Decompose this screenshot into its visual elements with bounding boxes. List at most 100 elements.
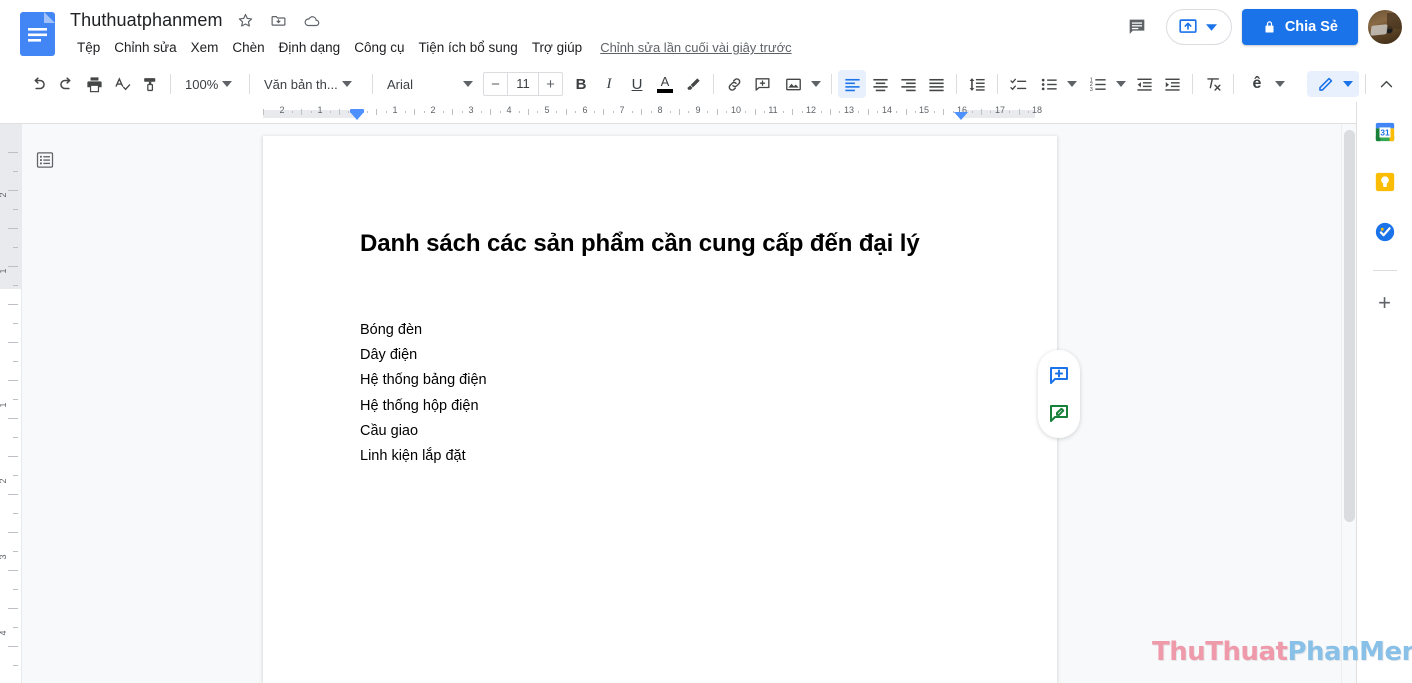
clear-formatting-icon[interactable] [1199, 70, 1227, 98]
highlight-icon[interactable] [679, 70, 707, 98]
print-icon[interactable] [80, 70, 108, 98]
increase-indent-icon[interactable] [1158, 70, 1186, 98]
checklist-icon[interactable] [1004, 70, 1032, 98]
document-line[interactable]: Hệ thống hộp điện [360, 394, 487, 419]
document-line[interactable]: Cầu giao [360, 419, 487, 444]
ruler-tick-label: 15 [918, 105, 930, 115]
align-center-icon[interactable] [866, 70, 894, 98]
menu-item-format[interactable]: Định dạng [272, 38, 348, 57]
bulleted-list-button[interactable] [1032, 71, 1081, 97]
scrollbar-thumb[interactable] [1344, 130, 1355, 522]
ruler-tick-label: 2 [279, 105, 285, 115]
increase-font-size-button[interactable]: + [539, 73, 562, 95]
add-comment-icon[interactable] [1044, 360, 1074, 390]
document-line[interactable]: Bóng đèn [360, 318, 487, 343]
text-color-swatch [657, 89, 673, 93]
undo-icon[interactable] [24, 70, 52, 98]
present-button[interactable] [1165, 9, 1232, 45]
align-right-icon[interactable] [894, 70, 922, 98]
decrease-font-size-button[interactable]: − [484, 73, 507, 95]
underline-button[interactable]: U [623, 70, 651, 98]
ruler-tick-label: 1 [392, 105, 398, 115]
document-heading[interactable]: Danh sách các sản phẩm cần cung cấp đến … [360, 230, 920, 258]
last-edit-link[interactable]: Chỉnh sửa lần cuối vài giây trước [600, 40, 791, 55]
menu-item-file[interactable]: Tệp [70, 38, 107, 57]
document-title[interactable]: Thuthuatphanmem [70, 10, 223, 31]
menu-item-addons[interactable]: Tiện ích bổ sung [412, 38, 525, 57]
text-color-letter: A [660, 74, 670, 89]
user-avatar[interactable] [1368, 10, 1402, 44]
line-spacing-icon[interactable] [963, 70, 991, 98]
horizontal-ruler[interactable]: 2 1 1 2 3 4 5 6 7 8 9 10 11 12 13 14 15 … [0, 102, 1412, 124]
ruler-tick-label: 18 [1031, 105, 1043, 115]
present-dropdown-icon[interactable] [1203, 23, 1221, 31]
toolbar-divider [1233, 74, 1234, 94]
right-indent-marker[interactable] [954, 112, 968, 120]
align-justify-icon[interactable] [922, 70, 950, 98]
font-family-select[interactable]: Arial [379, 71, 479, 97]
font-size-stepper: − 11 + [483, 72, 563, 96]
google-calendar-icon[interactable]: 31 [1367, 114, 1403, 150]
suggest-edit-icon[interactable] [1044, 398, 1074, 428]
ruler-tick-label: 9 [695, 105, 701, 115]
editing-mode-button[interactable] [1307, 71, 1359, 97]
chevron-down-icon [1063, 81, 1081, 87]
google-docs-window: Thuthuatphanmem Tệp Chỉnh sửa Xem Chèn Đ… [0, 0, 1412, 683]
chevron-down-icon [1339, 81, 1357, 87]
align-left-icon[interactable] [838, 70, 866, 98]
chevron-down-icon [807, 81, 825, 87]
menu-item-edit[interactable]: Chỉnh sửa [107, 38, 183, 57]
vertical-ruler[interactable]: 2 1 1 2 3 4 5 6 7 [0, 124, 22, 683]
app-header: Thuthuatphanmem Tệp Chỉnh sửa Xem Chèn Đ… [0, 0, 1412, 66]
comment-history-icon[interactable] [1118, 8, 1156, 46]
left-indent-marker[interactable] [350, 112, 364, 120]
menu-item-insert[interactable]: Chèn [225, 38, 271, 57]
toolbar-divider [170, 74, 171, 94]
vertical-scrollbar[interactable] [1341, 124, 1356, 683]
vruler-top-margin [0, 124, 21, 289]
add-comment-icon[interactable] [748, 70, 776, 98]
vruler-tick-label: 4 [0, 630, 8, 635]
bulleted-list-icon [1035, 70, 1063, 98]
ruler-tick-label: 7 [619, 105, 625, 115]
paragraph-style-value: Văn bản th... [264, 76, 338, 92]
font-size-input[interactable]: 11 [507, 73, 539, 95]
toolbar-divider [249, 74, 250, 94]
document-line[interactable]: Linh kiện lắp đặt [360, 444, 487, 469]
toolbar-divider [831, 74, 832, 94]
document-line[interactable]: Dây điện [360, 343, 487, 368]
google-tasks-icon[interactable] [1367, 214, 1403, 250]
collapse-toolbar-icon[interactable] [1372, 70, 1400, 98]
menu-item-help[interactable]: Trợ giúp [525, 38, 589, 57]
paint-format-icon[interactable] [136, 70, 164, 98]
menu-item-view[interactable]: Xem [184, 38, 226, 57]
input-tools-button[interactable]: ê [1240, 71, 1289, 97]
text-color-button[interactable]: A [651, 70, 679, 98]
menu-item-tools[interactable]: Công cụ [347, 38, 411, 57]
paragraph-style-select[interactable]: Văn bản th... [256, 71, 366, 97]
google-keep-icon[interactable] [1367, 164, 1403, 200]
share-button[interactable]: Chia Sẻ [1241, 9, 1358, 45]
move-to-folder-icon[interactable] [269, 11, 289, 31]
toolbar-divider [713, 74, 714, 94]
zoom-select[interactable]: 100% [177, 71, 243, 97]
link-icon[interactable] [720, 70, 748, 98]
bold-button[interactable]: B [567, 70, 595, 98]
redo-icon[interactable] [52, 70, 80, 98]
ruler-tick-label: 10 [730, 105, 742, 115]
vruler-tick-label: 1 [0, 268, 8, 273]
document-body[interactable]: Bóng đèn Dây điện Hệ thống bảng điện Hệ … [360, 318, 487, 469]
star-icon[interactable] [236, 11, 256, 31]
document-outline-icon[interactable] [32, 147, 58, 173]
decrease-indent-icon[interactable] [1130, 70, 1158, 98]
document-page[interactable]: Danh sách các sản phẩm cần cung cấp đến … [263, 136, 1057, 683]
chevron-down-icon [459, 81, 477, 87]
insert-image-icon [779, 70, 807, 98]
numbered-list-button[interactable]: 1 2 3 [1081, 71, 1130, 97]
spellcheck-icon[interactable] [108, 70, 136, 98]
add-addon-button[interactable]: + [1367, 285, 1403, 321]
document-line[interactable]: Hệ thống bảng điện [360, 368, 487, 393]
insert-image-button[interactable] [776, 71, 825, 97]
cloud-saved-icon[interactable] [302, 11, 322, 31]
italic-button[interactable]: I [595, 70, 623, 98]
